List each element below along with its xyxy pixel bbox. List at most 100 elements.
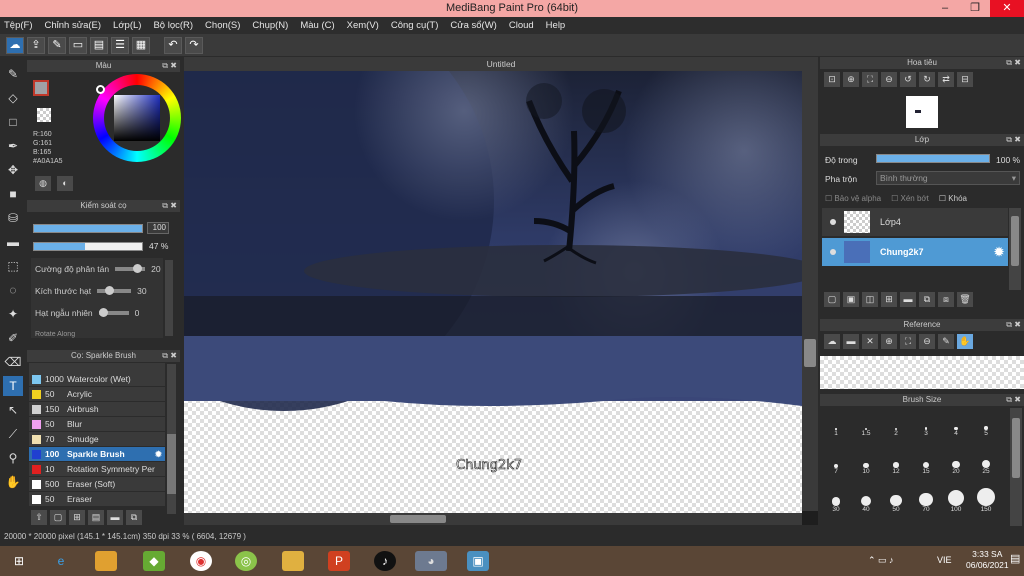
zoom-out-icon[interactable]: ⊖ — [881, 72, 897, 87]
close-icon[interactable]: ✖ — [1014, 319, 1021, 331]
system-tray-icons[interactable]: ⌃ ▭ ♪ — [868, 555, 894, 566]
page-icon[interactable]: ▤ — [90, 36, 108, 54]
file-explorer-icon[interactable] — [95, 551, 117, 571]
cloud-icon[interactable]: ☁ — [6, 36, 24, 54]
float-icon[interactable]: ⧉ — [1006, 394, 1012, 406]
select-eraser-icon[interactable]: ⌫ — [3, 352, 23, 372]
brush-size-option[interactable]: 7 — [822, 448, 850, 484]
brush-size-option[interactable]: 1 — [822, 410, 850, 446]
powerpoint-icon[interactable]: P — [328, 551, 350, 571]
visibility-icon[interactable] — [830, 249, 836, 255]
scatter-row[interactable]: Cường độ phân tán 20 — [35, 264, 161, 274]
reference-view[interactable] — [820, 356, 1024, 389]
grid-icon[interactable]: ▦ — [132, 36, 150, 54]
color-wheel[interactable] — [93, 74, 181, 162]
folder-icon[interactable] — [282, 551, 304, 571]
brush-size-option[interactable]: 150 — [972, 486, 1000, 522]
undo-icon[interactable]: ↶ — [164, 36, 182, 54]
add-layer-menu-icon[interactable]: ⊞ — [881, 292, 897, 307]
lasso-tool-icon[interactable]: ◌ — [3, 280, 23, 300]
share-icon[interactable]: ⇪ — [27, 36, 45, 54]
brush-list-item[interactable]: 100 Sparkle Brush ✹ — [29, 447, 165, 462]
control-scrollbar[interactable] — [165, 260, 173, 336]
brush-list-item[interactable]: 50 Blur — [29, 417, 165, 432]
new-halftone-layer-icon[interactable]: ▣ — [843, 292, 859, 307]
close-reference-icon[interactable]: ✕ — [862, 334, 878, 349]
flip-icon[interactable]: ⇄ — [938, 72, 954, 87]
background-color-swatch[interactable] — [37, 108, 51, 122]
brush-size-option[interactable]: 20 — [942, 448, 970, 484]
float-icon[interactable]: ⧉ — [1006, 57, 1012, 69]
hand-tool-icon[interactable]: ✋ — [3, 472, 23, 492]
blend-mode-select[interactable]: Bình thường ▾ — [876, 171, 1020, 185]
float-icon[interactable]: ⧉ — [162, 200, 168, 212]
zoom-fit-icon[interactable]: ⊡ — [824, 72, 840, 87]
merge-layer-icon[interactable]: ⧈ — [938, 292, 954, 307]
delete-layer-icon[interactable]: 🗑 — [957, 292, 973, 307]
lock-view-icon[interactable]: ⊟ — [957, 72, 973, 87]
brush-size-option[interactable]: 4 — [942, 410, 970, 446]
fit-icon[interactable]: ⛶ — [900, 334, 916, 349]
menu-view[interactable]: Xem(V) — [347, 20, 379, 31]
float-icon[interactable]: ⧉ — [162, 350, 168, 362]
operation-tool-icon[interactable]: ↖ — [3, 400, 23, 420]
hand-icon[interactable]: ✋ — [957, 334, 973, 349]
redo-icon[interactable]: ↷ — [185, 36, 203, 54]
foreground-color-swatch[interactable] — [33, 80, 49, 96]
size-slider[interactable] — [33, 224, 143, 233]
open-folder-icon[interactable]: ▬ — [843, 334, 859, 349]
move-tool-icon[interactable]: ✥ — [3, 160, 23, 180]
menu-select[interactable]: Chọn(S) — [205, 20, 240, 31]
brush-size-option[interactable]: 40 — [852, 486, 880, 522]
duplicate-layer-icon[interactable]: ⧉ — [919, 292, 935, 307]
new-1bit-layer-icon[interactable]: ◫ — [862, 292, 878, 307]
zoom-in-icon[interactable]: ⊕ — [881, 334, 897, 349]
eyedropper-icon[interactable]: ✎ — [938, 334, 954, 349]
brush-size-option[interactable]: 3 — [912, 410, 940, 446]
folder-icon[interactable]: ▬ — [107, 510, 123, 525]
gradient-tool-icon[interactable]: ▬ — [3, 232, 23, 252]
chat-icon[interactable]: ▭ — [69, 36, 87, 54]
hue-handle[interactable] — [96, 85, 105, 94]
color-history-icon[interactable]: ◐ — [57, 176, 73, 191]
rotate-right-icon[interactable]: ↻ — [919, 72, 935, 87]
canvas-horizontal-scrollbar[interactable] — [184, 513, 802, 525]
float-icon[interactable]: ⧉ — [1006, 319, 1012, 331]
brush-list-item[interactable]: 50 Eraser — [29, 492, 165, 507]
page-list-icon[interactable]: ☰ — [111, 36, 129, 54]
layer-opacity-slider[interactable] — [876, 154, 990, 163]
add-brush-icon[interactable]: ⊞ — [69, 510, 85, 525]
bucket-tool-icon[interactable]: ⛁ — [3, 208, 23, 228]
menu-file[interactable]: Tệp(F) — [4, 20, 33, 31]
brush-size-option[interactable]: 5 — [972, 410, 1000, 446]
menu-cloud[interactable]: Cloud — [509, 20, 534, 31]
minimize-button[interactable]: – — [930, 0, 960, 17]
layer-scrollbar[interactable] — [1009, 208, 1021, 290]
duplicate-icon[interactable]: ⧉ — [126, 510, 142, 525]
zoom-out-icon[interactable]: ⊖ — [919, 334, 935, 349]
eyedropper-icon[interactable]: ⚲ — [3, 448, 23, 468]
close-icon[interactable]: ✖ — [170, 350, 177, 362]
select-tool-icon[interactable]: ⬚ — [3, 256, 23, 276]
brush-size-option[interactable]: 30 — [822, 486, 850, 522]
close-icon[interactable]: ✖ — [1014, 394, 1021, 406]
lock-checkbox[interactable]: ☐ Khóa — [939, 194, 967, 203]
particle-random-row[interactable]: Hạt ngẫu nhiên 0 — [35, 308, 139, 318]
close-icon[interactable]: ✖ — [170, 200, 177, 212]
saturation-value-square[interactable] — [114, 95, 160, 141]
brush-size-option[interactable]: 10 — [852, 448, 880, 484]
language-indicator[interactable]: VIE — [937, 555, 952, 565]
menu-layer[interactable]: Lớp(L) — [113, 20, 141, 31]
brush-list-item[interactable]: 50 Acrylic — [29, 387, 165, 402]
menu-window[interactable]: Cửa sổ(W) — [450, 20, 496, 31]
app-green-icon[interactable]: ◎ — [235, 551, 257, 571]
zoom-in-icon[interactable]: ⊕ — [843, 72, 859, 87]
windows-start-icon[interactable]: ⊞ — [8, 551, 30, 571]
rotate-along-row[interactable]: Rotate Along — [35, 331, 75, 338]
new-layer-icon[interactable]: ▢ — [824, 292, 840, 307]
close-icon[interactable]: ✖ — [170, 60, 177, 72]
clock[interactable]: 3:33 SA 06/06/2021 — [966, 549, 1009, 571]
canvas[interactable]: Chung2k7 — [184, 71, 802, 513]
particle-size-row[interactable]: Kích thước hạt 30 — [35, 286, 147, 296]
layer-settings-icon[interactable]: ✹ — [994, 245, 1004, 259]
